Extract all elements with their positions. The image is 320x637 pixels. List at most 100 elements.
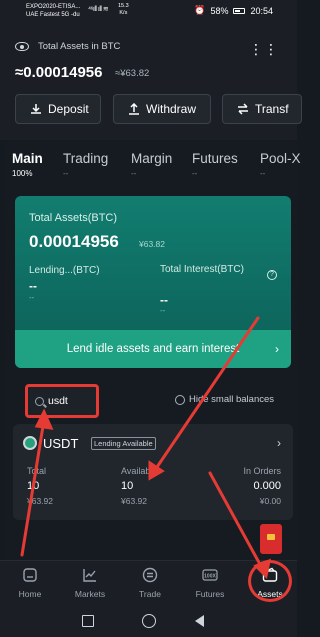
interest-fiat: -- xyxy=(160,306,166,315)
in-orders-header: In Orders xyxy=(243,466,281,476)
lending-value: -- xyxy=(29,279,37,293)
nav-markets-label: Markets xyxy=(74,589,106,599)
tab-margin[interactable]: Margin -- xyxy=(131,151,172,178)
lending-label: Lending...(BTC) xyxy=(29,265,100,276)
tab-pool-x-pct: -- xyxy=(260,169,266,178)
tab-pool-x-label: Pool-X xyxy=(260,151,301,166)
futures-100x-icon: 100X xyxy=(202,569,218,581)
recent-apps-icon[interactable] xyxy=(82,615,94,627)
tab-trading-label: Trading xyxy=(63,151,109,166)
total-fiat: ¥63.92 xyxy=(27,496,53,506)
nav-home-label: Home xyxy=(18,589,42,599)
hide-small-balances-label: Hide small balances xyxy=(189,394,275,405)
home-circle-icon[interactable] xyxy=(142,614,156,628)
more-icon[interactable]: ⋮⋮ xyxy=(249,41,279,58)
nav-markets[interactable]: Markets xyxy=(62,567,118,599)
tab-margin-label: Margin xyxy=(131,151,173,166)
network-speed: 15.3 K/s xyxy=(118,3,129,17)
tab-pool-x[interactable]: Pool-X -- xyxy=(260,151,301,178)
hide-small-balances-toggle[interactable]: Hide small balances xyxy=(175,394,274,405)
total-amount: 10 xyxy=(27,480,40,492)
carrier-2: UAE Fastest 5G -du xyxy=(26,12,80,18)
bottom-nav: Home Markets Trade 100X Futures Assets xyxy=(0,560,297,606)
card-total-fiat: ¥63.82 xyxy=(139,239,165,249)
coin-row-usdt[interactable]: USDT Lending Available › Total 10 ¥63.92… xyxy=(13,424,293,520)
battery-icon xyxy=(233,7,246,14)
chevron-right-icon: › xyxy=(275,342,279,356)
tab-futures-label: Futures xyxy=(192,151,238,166)
chart-icon xyxy=(83,569,96,582)
nav-assets-label: Assets xyxy=(257,589,283,599)
home-icon xyxy=(23,568,37,582)
available-header: Available xyxy=(121,466,158,476)
total-assets-label: Total Assets in BTC xyxy=(38,41,121,52)
tab-futures[interactable]: Futures -- xyxy=(192,151,238,178)
swap-icon xyxy=(238,103,248,115)
withdraw-label: Withdraw xyxy=(146,102,197,116)
tab-futures-pct: -- xyxy=(192,169,198,178)
tab-trading-pct: -- xyxy=(63,169,69,178)
total-assets-value: ≈0.00014956 xyxy=(15,64,103,81)
assets-header: Total Assets in BTC ⋮⋮ ≈0.00014956 ≈¥63.… xyxy=(0,22,302,140)
tab-main-pct: 100% xyxy=(12,169,33,178)
carrier-1: EXPO2020-ETISA... xyxy=(26,4,81,10)
eye-icon[interactable] xyxy=(15,42,29,51)
in-orders-fiat: ¥0.00 xyxy=(259,496,281,506)
back-triangle-icon[interactable] xyxy=(195,615,204,627)
total-assets-fiat: ≈¥63.82 xyxy=(115,68,150,79)
card-total-value: 0.00014956 xyxy=(29,232,119,251)
nav-trade[interactable]: Trade xyxy=(122,567,178,599)
tab-margin-pct: -- xyxy=(131,169,137,178)
nav-futures-label: Futures xyxy=(195,589,225,599)
assets-panel: Main 100% Trading -- Margin -- Futures -… xyxy=(5,140,301,560)
nav-trade-label: Trade xyxy=(139,589,161,599)
nav-futures[interactable]: 100X Futures xyxy=(182,567,238,599)
interest-label: Total Interest(BTC) xyxy=(160,264,244,275)
deposit-button[interactable]: Deposit xyxy=(15,94,101,124)
available-fiat: ¥63.92 xyxy=(121,496,147,506)
carrier-info: EXPO2020-ETISA... UAE Fastest 5G -du xyxy=(26,3,80,19)
clock: 20:54 xyxy=(250,5,273,16)
chevron-right-icon: › xyxy=(277,436,281,450)
red-packet-icon[interactable] xyxy=(260,524,282,554)
tab-trading[interactable]: Trading -- xyxy=(63,151,108,178)
account-tabs: Main 100% Trading -- Margin -- Futures -… xyxy=(5,140,301,188)
lending-available-badge: Lending Available xyxy=(91,437,156,450)
filter-row: usdt Hide small balances xyxy=(15,384,297,418)
withdraw-button[interactable]: Withdraw xyxy=(113,94,211,124)
lending-fiat: -- xyxy=(29,293,35,302)
signal-icon: ⁴⁶ıll ıll ≋ xyxy=(88,6,109,13)
search-icon xyxy=(35,396,44,406)
lend-idle-assets-label: Lend idle assets and earn interest xyxy=(66,343,240,355)
transfer-label: Transf xyxy=(255,102,289,116)
search-input[interactable]: usdt xyxy=(25,384,99,418)
download-icon xyxy=(31,104,41,114)
nav-assets[interactable]: Assets xyxy=(242,567,298,599)
usdt-coin-icon xyxy=(23,436,37,450)
battery-percent: 58% xyxy=(210,5,229,16)
system-nav-bar xyxy=(0,606,297,637)
network-speed-unit: K/s xyxy=(119,10,128,16)
lend-idle-assets-banner[interactable]: Lend idle assets and earn interest › xyxy=(15,330,291,368)
status-bar: EXPO2020-ETISA... UAE Fastest 5G -du ⁴⁶ı… xyxy=(0,0,297,22)
wallet-icon xyxy=(262,567,278,582)
tab-main[interactable]: Main 100% xyxy=(12,151,43,178)
alarm-icon: ⏰ xyxy=(194,5,206,15)
total-header: Total xyxy=(27,466,47,476)
nav-home[interactable]: Home xyxy=(2,567,58,599)
card-title: Total Assets(BTC) xyxy=(29,212,118,224)
search-value: usdt xyxy=(48,395,68,407)
trade-icon xyxy=(142,567,158,583)
interest-value: -- xyxy=(160,293,168,307)
radio-icon xyxy=(175,394,185,405)
transfer-button[interactable]: Transf xyxy=(222,94,302,124)
futures-badge-text: 100X xyxy=(204,574,216,580)
upload-icon xyxy=(129,103,139,115)
help-icon[interactable]: ? xyxy=(267,270,277,280)
coin-name: USDT xyxy=(43,436,79,451)
in-orders-amount: 0.000 xyxy=(253,480,281,492)
status-right: ⏰ 58% 20:54 xyxy=(194,5,273,16)
tab-main-label: Main xyxy=(12,151,43,166)
main-account-card: Total Assets(BTC) 0.00014956 ¥63.82 Lend… xyxy=(15,196,291,368)
available-amount: 10 xyxy=(121,480,134,492)
